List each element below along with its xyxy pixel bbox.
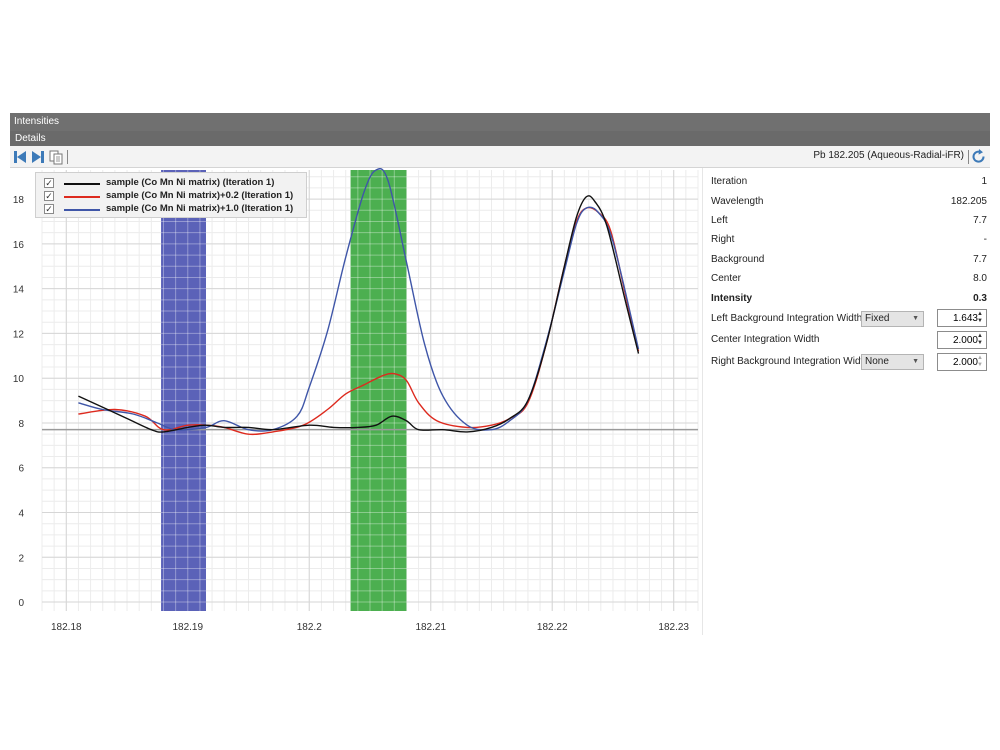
toolbar: Pb 182.205 (Aqueous-Radial-iFR) <box>10 146 990 168</box>
copy-button[interactable] <box>48 149 64 165</box>
legend-item: ✓ sample (Co Mn Ni matrix)+0.2 (Iteratio… <box>36 190 306 204</box>
prop-label: Wavelength <box>711 196 764 207</box>
prop-label: Center Integration Width <box>711 334 820 345</box>
window-title: Intensities <box>10 113 990 131</box>
right-bg-mode-select[interactable]: None ▼ <box>861 354 924 370</box>
left-bg-width-input[interactable] <box>938 310 980 326</box>
y-tick-label: 2 <box>18 553 24 564</box>
y-tick-label: 16 <box>13 240 25 251</box>
prop-label: Intensity <box>711 293 753 304</box>
center-integration-band <box>350 170 407 611</box>
legend-swatch <box>64 209 100 211</box>
right-bg-width-stepper[interactable]: ▲▼ <box>937 353 987 371</box>
prop-center-width: Center Integration Width ▲▼ <box>711 331 987 352</box>
toolbar-separator <box>968 150 969 164</box>
chart-legend: ✓ sample (Co Mn Ni matrix) (Iteration 1)… <box>35 172 307 218</box>
prop-left: Left 7.7 <box>711 213 987 231</box>
prop-wavelength: Wavelength 182.205 <box>711 194 987 212</box>
series-checkbox[interactable]: ✓ <box>44 204 54 214</box>
y-tick-label: 4 <box>18 509 24 520</box>
prop-label: Right Background Integration Width <box>711 356 869 367</box>
prop-label: Center <box>711 273 742 284</box>
center-width-input[interactable] <box>938 332 980 348</box>
prop-background: Background 7.7 <box>711 252 987 270</box>
legend-item: ✓ sample (Co Mn Ni matrix) (Iteration 1) <box>36 177 306 191</box>
prop-label: Background <box>711 254 765 265</box>
prop-label: Iteration <box>711 176 748 187</box>
left-background-band <box>161 170 206 611</box>
y-tick-label: 0 <box>18 598 24 609</box>
intensity-chart[interactable]: 182.18 182.19 182.2 182.21 182.22 182.23 0 2 4 6 8… <box>10 167 700 635</box>
properties-panel: Iteration 1 Wavelength 182.205 Left 7.7 … <box>702 168 990 635</box>
dropdown-arrow-icon: ▼ <box>912 358 919 365</box>
previous-button[interactable] <box>12 149 28 165</box>
y-tick-label: 8 <box>18 419 24 430</box>
x-tick-label: 182.23 <box>658 622 689 633</box>
prop-value: 0.3 <box>973 293 987 304</box>
prop-left-bg-width: Left Background Integration Width Fixed … <box>711 309 987 331</box>
legend-swatch <box>64 183 100 185</box>
prop-value: - <box>983 234 987 245</box>
legend-label: sample (Co Mn Ni matrix)+1.0 (Iteration … <box>106 203 294 214</box>
legend-item: ✓ sample (Co Mn Ni matrix)+1.0 (Iteratio… <box>36 203 306 217</box>
element-wavelength-label: Pb 182.205 (Aqueous-Radial-iFR) <box>813 150 964 161</box>
legend-label: sample (Co Mn Ni matrix)+0.2 (Iteration … <box>106 190 294 201</box>
select-value: None <box>865 356 889 367</box>
copy-icon <box>49 150 63 165</box>
x-tick-label: 182.2 <box>297 622 322 633</box>
right-bg-width-input[interactable] <box>938 354 980 370</box>
spin-arrows-icon[interactable]: ▲ ▼ <box>977 355 985 369</box>
legend-swatch <box>64 196 100 198</box>
prop-value: 1 <box>981 176 987 187</box>
chart-svg: 182.18 182.19 182.2 182.21 182.22 182.23 0 2 4 6 8… <box>13 167 699 633</box>
skip-previous-icon <box>14 151 26 163</box>
refresh-icon <box>972 149 985 163</box>
details-header: Details <box>10 131 990 146</box>
left-bg-mode-select[interactable]: Fixed ▼ <box>861 311 924 327</box>
next-button[interactable] <box>30 149 46 165</box>
y-tick-label: 18 <box>13 195 25 206</box>
legend-label: sample (Co Mn Ni matrix) (Iteration 1) <box>106 177 275 188</box>
spin-arrows-icon[interactable]: ▲ ▼ <box>977 333 985 347</box>
y-tick-label: 6 <box>18 464 24 475</box>
prop-center: Center 8.0 <box>711 271 987 289</box>
left-bg-width-stepper[interactable]: ▲▼ <box>937 309 987 327</box>
y-tick-label: 14 <box>13 285 25 296</box>
y-tick-label: 12 <box>13 329 25 340</box>
prop-iteration: Iteration 1 <box>711 174 987 192</box>
x-tick-label: 182.21 <box>415 622 446 633</box>
toolbar-separator <box>67 150 68 164</box>
x-tick-label: 182.19 <box>172 622 203 633</box>
series-checkbox[interactable]: ✓ <box>44 178 54 188</box>
prop-intensity: Intensity 0.3 <box>711 291 987 309</box>
x-tick-label: 182.18 <box>51 622 82 633</box>
y-tick-label: 10 <box>13 374 25 385</box>
spin-arrows-icon[interactable]: ▲ ▼ <box>977 311 985 325</box>
prop-value: 7.7 <box>973 215 987 226</box>
intensities-panel: Intensities Details Pb 182.205 (Aqueous-… <box>10 113 990 635</box>
prop-label: Left <box>711 215 728 226</box>
prop-value: 8.0 <box>973 273 987 284</box>
prop-right: Right - <box>711 232 987 250</box>
prop-value: 7.7 <box>973 254 987 265</box>
center-width-stepper[interactable]: ▲▼ <box>937 331 987 349</box>
skip-next-icon <box>32 151 44 163</box>
prop-label: Left Background Integration Width <box>711 313 863 324</box>
prop-value: 182.205 <box>950 196 987 207</box>
prop-right-bg-width: Right Background Integration Width None … <box>711 353 987 374</box>
x-tick-label: 182.22 <box>537 622 568 633</box>
dropdown-arrow-icon: ▼ <box>912 315 919 322</box>
select-value: Fixed <box>865 313 890 324</box>
prop-label: Right <box>711 234 735 245</box>
refresh-button[interactable] <box>970 148 987 165</box>
series-checkbox[interactable]: ✓ <box>44 191 54 201</box>
